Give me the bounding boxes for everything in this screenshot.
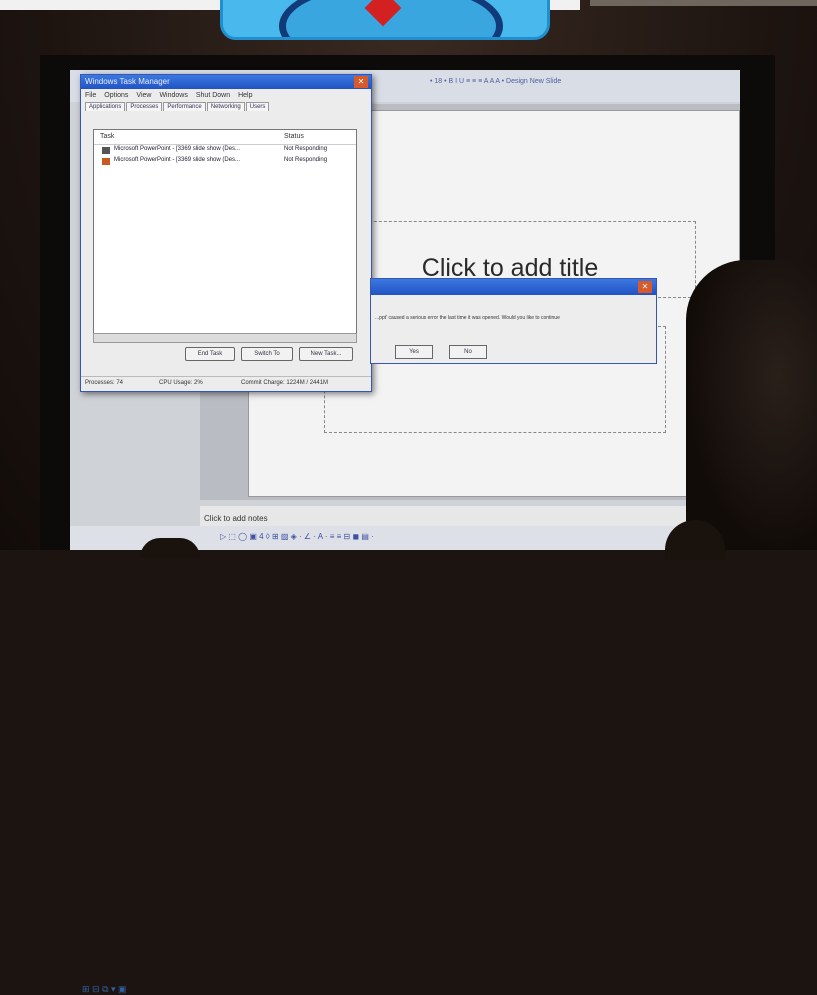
task-manager-tabs: Applications Processes Performance Networki… bbox=[81, 102, 371, 114]
cpu-usage: CPU Usage: 2% bbox=[159, 380, 203, 386]
menu-options[interactable]: Options bbox=[104, 92, 128, 99]
column-status[interactable]: Status bbox=[284, 133, 304, 140]
task-status: Not Responding bbox=[284, 157, 328, 163]
menu-view[interactable]: View bbox=[136, 92, 151, 99]
close-icon[interactable]: ✕ bbox=[354, 76, 368, 88]
paper-right bbox=[590, 0, 817, 6]
notes-placeholder: Click to add notes bbox=[204, 514, 268, 523]
no-button[interactable]: No bbox=[449, 345, 487, 359]
tab-users[interactable]: Users bbox=[245, 102, 270, 111]
tab-networking[interactable]: Networking bbox=[206, 102, 245, 111]
logo bbox=[220, 0, 550, 40]
app-icon bbox=[102, 147, 110, 154]
error-message: ...ppt' caused a serious error the last … bbox=[375, 315, 560, 321]
task-manager-titlebar[interactable]: Windows Task Manager bbox=[81, 75, 371, 89]
menu-help[interactable]: Help bbox=[238, 92, 252, 99]
app-icon bbox=[102, 158, 110, 165]
list-header: Task Status bbox=[94, 130, 356, 145]
table-row[interactable]: Microsoft PowerPoint - [3369 slide show … bbox=[94, 156, 356, 167]
task-name: Microsoft PowerPoint - [3369 slide show … bbox=[114, 146, 241, 152]
person-silhouette bbox=[686, 260, 817, 550]
drawing-tools[interactable]: ▷ ⬚ ◯ ▣ 4 ◊ ⊞ ▨ ◈ · ∠ · A · ≡ ≡ ⊟ ◼ ▤ · bbox=[220, 532, 374, 541]
error-dialog-titlebar[interactable]: ✕ bbox=[371, 279, 656, 295]
tab-processes[interactable]: Processes bbox=[126, 102, 163, 111]
processes-count: Processes: 74 bbox=[85, 380, 124, 386]
task-name: Microsoft PowerPoint - [3369 slide show … bbox=[114, 157, 241, 163]
status-bar: Processes: 74 CPU Usage: 2% Commit Charg… bbox=[81, 376, 371, 391]
menu-file[interactable]: File bbox=[85, 92, 96, 99]
table-row[interactable]: Microsoft PowerPoint - [3369 slide show … bbox=[94, 145, 356, 156]
switch-to-button[interactable]: Switch To bbox=[241, 347, 293, 361]
tab-applications[interactable]: Applications bbox=[85, 102, 126, 111]
close-icon[interactable]: ✕ bbox=[638, 281, 652, 293]
horizontal-scrollbar[interactable] bbox=[93, 333, 357, 343]
task-manager-menu: File Options View Windows Shut Down Help bbox=[81, 89, 371, 102]
formatting-toolbar[interactable]: • 18 • B I U ≡ ≡ ≡ A A A • Design New Sl… bbox=[430, 78, 561, 85]
menu-shut-down[interactable]: Shut Down bbox=[196, 92, 230, 99]
applications-list: Task Status Microsoft PowerPoint - [3369… bbox=[93, 129, 357, 341]
column-task[interactable]: Task bbox=[100, 133, 114, 140]
yes-button[interactable]: Yes bbox=[395, 345, 433, 359]
head-silhouette bbox=[140, 538, 200, 558]
tab-performance[interactable]: Performance bbox=[163, 102, 206, 111]
task-status: Not Responding bbox=[284, 146, 328, 152]
new-task-button[interactable]: New Task... bbox=[299, 347, 353, 361]
commit-charge: Commit Charge: 1224M / 2441M bbox=[241, 380, 329, 386]
end-task-button[interactable]: End Task bbox=[185, 347, 235, 361]
task-manager-window: Windows Task Manager ✕ File Options View Wi… bbox=[80, 74, 372, 392]
view-buttons[interactable]: ⊞ ⊟ ⧉ ▾ ▣ bbox=[82, 984, 127, 995]
error-dialog: ✕ ...ppt' caused a serious error the las… bbox=[370, 278, 657, 364]
menu-windows[interactable]: Windows bbox=[159, 92, 187, 99]
